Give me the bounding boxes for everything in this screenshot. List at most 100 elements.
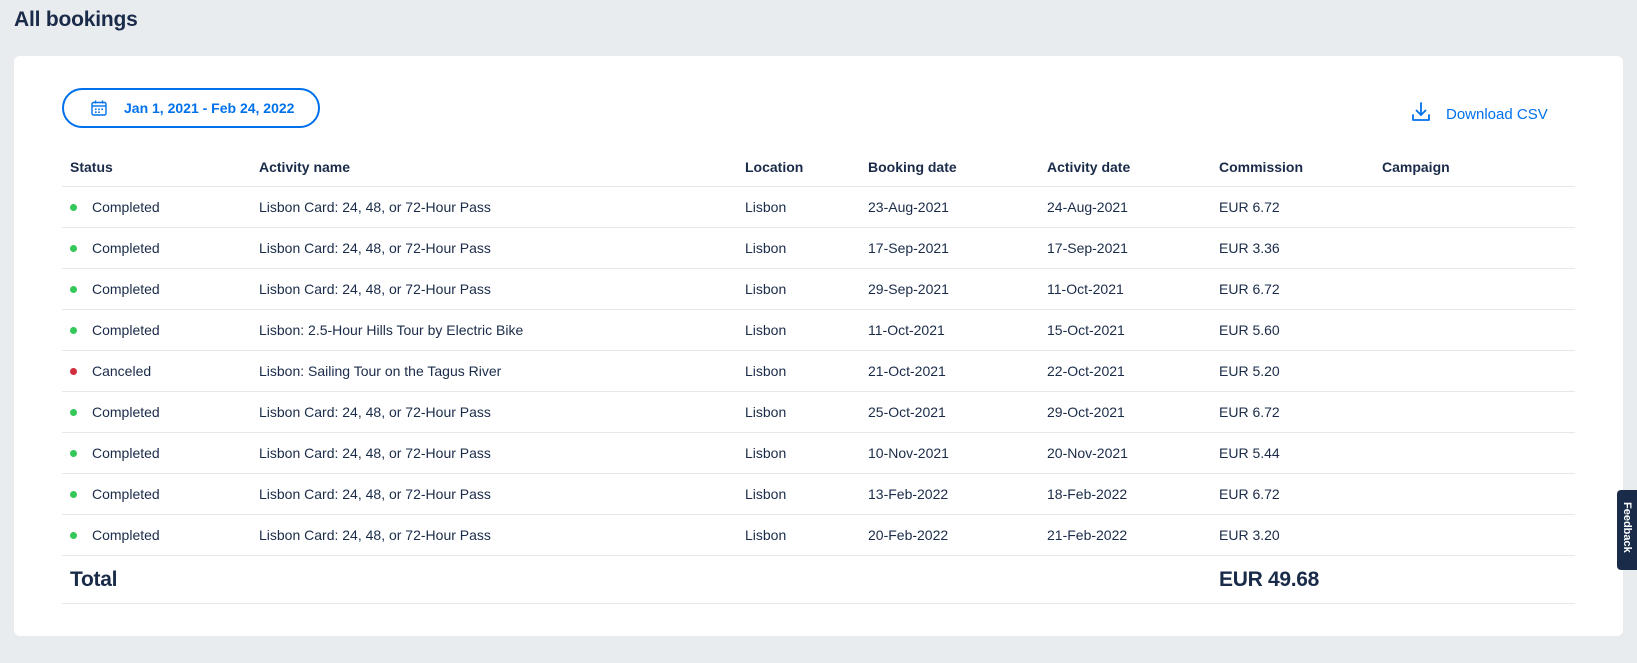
status-dot <box>70 409 77 416</box>
location-cell: Lisbon <box>737 432 860 474</box>
commission-cell: EUR 6.72 <box>1211 473 1374 515</box>
campaign-cell <box>1374 227 1575 269</box>
activity-date-cell: 11-Oct-2021 <box>1039 268 1211 310</box>
commission-cell: EUR 5.60 <box>1211 309 1374 351</box>
booking-date-cell: 10-Nov-2021 <box>860 432 1039 474</box>
booking-date-cell: 17-Sep-2021 <box>860 227 1039 269</box>
location-cell: Lisbon <box>737 473 860 515</box>
total-amount: EUR 49.68 <box>1211 555 1374 604</box>
status-label: Completed <box>92 240 160 256</box>
table-row[interactable]: Completed Lisbon Card: 24, 48, or 72-Hour… <box>62 473 1575 515</box>
header-activity-name: Activity name <box>251 148 737 187</box>
table-row[interactable]: Completed Lisbon Card: 24, 48, or 72-Hour… <box>62 391 1575 433</box>
location-cell: Lisbon <box>737 309 860 351</box>
activity-name-cell: Lisbon Card: 24, 48, or 72-Hour Pass <box>251 514 737 556</box>
header-booking-date: Booking date <box>860 148 1039 187</box>
table-row[interactable]: Completed Lisbon Card: 24, 48, or 72-Hour… <box>62 186 1575 228</box>
campaign-cell <box>1374 473 1575 515</box>
download-icon <box>1410 100 1432 124</box>
status-label: Completed <box>92 281 160 297</box>
activity-name-cell: Lisbon Card: 24, 48, or 72-Hour Pass <box>251 391 737 433</box>
status-dot <box>70 327 77 334</box>
header-commission: Commission <box>1211 148 1374 187</box>
status-label: Completed <box>92 404 160 420</box>
booking-date-cell: 25-Oct-2021 <box>860 391 1039 433</box>
status-cell: Completed <box>62 473 251 515</box>
bookings-table: Status Activity name Location Booking da… <box>62 148 1575 604</box>
status-cell: Completed <box>62 268 251 310</box>
date-range-button[interactable]: Jan 1, 2021 - Feb 24, 2022 <box>62 88 320 128</box>
total-row: Total EUR 49.68 <box>62 555 1575 604</box>
campaign-cell <box>1374 432 1575 474</box>
status-cell: Completed <box>62 514 251 556</box>
status-dot <box>70 368 77 375</box>
table-row[interactable]: Completed Lisbon Card: 24, 48, or 72-Hour… <box>62 227 1575 269</box>
activity-date-cell: 24-Aug-2021 <box>1039 186 1211 228</box>
campaign-cell <box>1374 268 1575 310</box>
header-location: Location <box>737 148 860 187</box>
date-range-label: Jan 1, 2021 - Feb 24, 2022 <box>124 100 295 116</box>
table-row[interactable]: Completed Lisbon Card: 24, 48, or 72-Hour… <box>62 432 1575 474</box>
activity-date-cell: 29-Oct-2021 <box>1039 391 1211 433</box>
activity-date-cell: 20-Nov-2021 <box>1039 432 1211 474</box>
status-label: Canceled <box>92 363 152 379</box>
activity-name-cell: Lisbon: 2.5-Hour Hills Tour by Electric … <box>251 309 737 351</box>
status-dot <box>70 450 77 457</box>
campaign-cell <box>1374 186 1575 228</box>
commission-cell: EUR 6.72 <box>1211 391 1374 433</box>
commission-cell: EUR 6.72 <box>1211 186 1374 228</box>
download-csv-button[interactable]: Download CSV <box>1410 100 1548 124</box>
status-dot <box>70 491 77 498</box>
download-csv-label: Download CSV <box>1446 106 1548 123</box>
activity-date-cell: 21-Feb-2022 <box>1039 514 1211 556</box>
booking-date-cell: 13-Feb-2022 <box>860 473 1039 515</box>
campaign-cell <box>1374 309 1575 351</box>
campaign-cell <box>1374 514 1575 556</box>
activity-name-cell: Lisbon Card: 24, 48, or 72-Hour Pass <box>251 186 737 228</box>
activity-date-cell: 18-Feb-2022 <box>1039 473 1211 515</box>
status-cell: Completed <box>62 227 251 269</box>
total-label: Total <box>62 555 251 604</box>
commission-cell: EUR 6.72 <box>1211 268 1374 310</box>
activity-date-cell: 15-Oct-2021 <box>1039 309 1211 351</box>
commission-cell: EUR 5.20 <box>1211 350 1374 392</box>
status-cell: Canceled <box>62 350 251 392</box>
header-campaign: Campaign <box>1374 148 1575 187</box>
activity-name-cell: Lisbon Card: 24, 48, or 72-Hour Pass <box>251 432 737 474</box>
activity-name-cell: Lisbon Card: 24, 48, or 72-Hour Pass <box>251 268 737 310</box>
feedback-tab[interactable]: Feedback <box>1617 490 1637 570</box>
commission-cell: EUR 5.44 <box>1211 432 1374 474</box>
table-row[interactable]: Completed Lisbon: 2.5-Hour Hills Tour by … <box>62 309 1575 351</box>
status-cell: Completed <box>62 309 251 351</box>
activity-name-cell: Lisbon Card: 24, 48, or 72-Hour Pass <box>251 473 737 515</box>
booking-date-cell: 11-Oct-2021 <box>860 309 1039 351</box>
status-dot <box>70 204 77 211</box>
status-dot <box>70 286 77 293</box>
status-label: Completed <box>92 486 160 502</box>
location-cell: Lisbon <box>737 350 860 392</box>
location-cell: Lisbon <box>737 227 860 269</box>
activity-name-cell: Lisbon Card: 24, 48, or 72-Hour Pass <box>251 227 737 269</box>
table-header-row: Status Activity name Location Booking da… <box>62 148 1575 187</box>
feedback-tab-label: Feedback <box>1621 502 1633 553</box>
booking-date-cell: 20-Feb-2022 <box>860 514 1039 556</box>
header-status: Status <box>62 148 251 187</box>
commission-cell: EUR 3.36 <box>1211 227 1374 269</box>
status-dot <box>70 532 77 539</box>
location-cell: Lisbon <box>737 514 860 556</box>
activity-date-cell: 17-Sep-2021 <box>1039 227 1211 269</box>
calendar-icon <box>90 99 108 117</box>
status-cell: Completed <box>62 432 251 474</box>
status-label: Completed <box>92 527 160 543</box>
table-row[interactable]: Completed Lisbon Card: 24, 48, or 72-Hour… <box>62 268 1575 310</box>
activity-date-cell: 22-Oct-2021 <box>1039 350 1211 392</box>
location-cell: Lisbon <box>737 186 860 228</box>
status-label: Completed <box>92 322 160 338</box>
campaign-cell <box>1374 391 1575 433</box>
status-cell: Completed <box>62 186 251 228</box>
page-title: All bookings <box>14 8 138 31</box>
table-row[interactable]: Canceled Lisbon: Sailing Tour on the Tagu… <box>62 350 1575 392</box>
status-label: Completed <box>92 199 160 215</box>
table-row[interactable]: Completed Lisbon Card: 24, 48, or 72-Hour… <box>62 514 1575 556</box>
location-cell: Lisbon <box>737 391 860 433</box>
